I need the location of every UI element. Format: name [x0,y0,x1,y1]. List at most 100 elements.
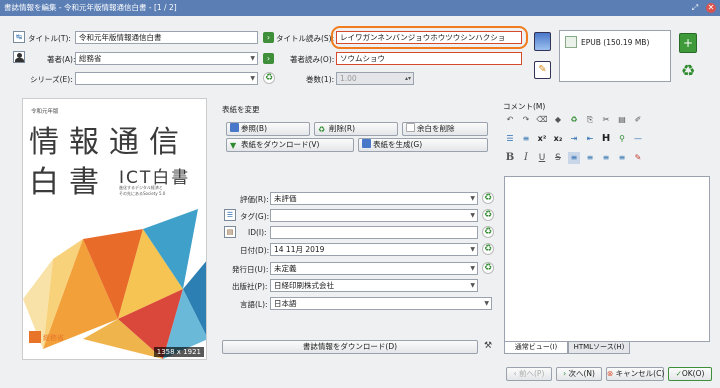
date-input[interactable]: 14 11月 2019 ▼ [270,243,478,256]
ok-button[interactable]: ✓OK(O) [668,367,712,381]
recycle-icon[interactable]: ♻ [482,226,494,238]
tags-label: タグ(G): [240,212,270,221]
publisher-combo[interactable]: 日経印刷株式会社 ▼ [270,279,478,292]
redo-icon[interactable]: ↷ [520,114,532,126]
download-cover-button[interactable]: ▼ 表紙をダウンロード(V) [226,138,354,152]
underline-icon[interactable]: U [536,152,548,164]
bullet-list-icon[interactable]: ☰ [504,133,516,145]
recycle-icon[interactable]: ♻ [482,262,494,274]
tags-combo[interactable]: ▼ [270,209,478,222]
next-button[interactable]: › 次へ(N) [556,367,602,381]
paste-isbn-icon[interactable]: ▤ [224,226,236,238]
recycle-icon[interactable]: ♻ [263,72,275,84]
link-icon[interactable]: ⚲ [616,133,628,145]
published-input[interactable]: 未定義 ▼ [270,262,478,275]
download-metadata-button[interactable]: 書誌情報をダウンロード(D) [222,340,478,354]
cancel-button[interactable]: ⊗ キャンセル(C) [606,367,664,381]
publisher-logo-mark [29,331,41,343]
heading-icon[interactable]: H [600,133,612,145]
title-sort-label: タイトル読み(S): [276,34,335,43]
subscript-icon[interactable]: x₂ [552,133,564,145]
generate-cover-button[interactable]: 表紙を生成(G) [358,138,488,152]
arrow-right-icon[interactable]: › [263,32,274,43]
publisher-label: 出版社(P): [232,282,268,291]
cover-line1: 情報通信 [29,125,189,160]
trim-cover-button[interactable]: 余白を削除 [402,122,488,136]
authors-swap-icon[interactable]: › [263,53,274,64]
title-copy-icon[interactable]: ↹ [13,31,25,43]
prev-button[interactable]: ‹ 前へ(P) [506,367,552,381]
color-icon[interactable]: ✎ [632,152,644,164]
cancel-icon: ⊗ [607,369,616,378]
series-combo[interactable]: ▼ [75,72,258,85]
recycle-icon[interactable]: ♻ [482,209,494,221]
cover-size-label: 1358 x 1921 [153,347,204,357]
date-label: 日付(D): [240,246,270,255]
author-sort-input[interactable]: ソウムショウ [336,52,522,65]
add-format-icon[interactable]: + [679,33,697,53]
tag-editor-icon[interactable]: ☰ [224,209,236,221]
superscript-icon[interactable]: x² [536,133,548,145]
author-person-icon[interactable] [13,51,25,63]
recycle-icon[interactable]: ♻ [482,243,494,255]
recycle-icon[interactable]: ♻ [568,114,580,126]
published-label: 発行日(U): [232,265,269,274]
ids-label: ID(I): [248,228,267,237]
comments-header: コメント(M) [503,102,546,111]
series-index-spin[interactable]: 1.00 ▴▾ [336,72,414,85]
eraser-icon[interactable]: ◆ [552,114,564,126]
publisher-logo: 総務省 [43,334,64,342]
horizontal-rule-icon[interactable]: — [632,133,644,145]
series-label: シリーズ(E): [30,75,73,84]
authors-combo[interactable]: 総務省 ▼ [75,52,258,65]
italic-icon[interactable]: I [520,152,532,164]
configure-icon[interactable]: ⚒ [482,340,494,353]
ids-input[interactable] [270,226,478,239]
remove-cover-button[interactable]: ♻ 削除(R) [314,122,398,136]
paste-icon[interactable]: ▤ [616,114,628,126]
epub-icon [565,36,577,48]
format-item[interactable]: EPUB (150.19 MB) [581,38,649,47]
close-icon[interactable]: ✕ [706,3,716,13]
remove-format-icon[interactable]: ♻ [679,62,697,80]
languages-combo[interactable]: 日本語 ▼ [270,297,492,310]
chevron-down-icon: ▼ [484,300,489,307]
paint-icon[interactable]: ✐ [632,114,644,126]
clear-format-icon[interactable]: ⌫ [536,114,548,126]
undo-icon[interactable]: ↶ [504,114,516,126]
folder-icon [230,123,239,132]
comments-toolbar: ↶ ↷ ⌫ ◆ ♻ ⎘ ✂ ▤ ✐ ☰ ≡ x² x₂ ⇥ ⇤ H ⚲ — B I U S ≡ ≡ ≡ ≡ ✎ [504,114,710,176]
align-center-icon[interactable]: ≡ [584,152,596,164]
chevron-down-icon: ▼ [470,195,475,202]
maximize-icon[interactable]: ⤢ [690,3,700,13]
languages-label: 言語(L): [240,300,268,309]
authors-value: 総務省 [79,54,102,63]
align-right-icon[interactable]: ≡ [600,152,612,164]
cut-icon[interactable]: ✂ [600,114,612,126]
strikethrough-icon[interactable]: S [552,152,564,164]
recycle-icon: ♻ [318,125,326,134]
outdent-icon[interactable]: ⇤ [584,133,596,145]
title-label: タイトル(T): [28,34,71,43]
browse-cover-button[interactable]: 参照(B) [226,122,310,136]
tab-normal-view[interactable]: 通常ビュー(I) [504,342,568,354]
copy-icon[interactable]: ⎘ [584,114,596,126]
title-input[interactable]: 令和元年版情報通信白書 [75,31,258,44]
numbered-list-icon[interactable]: ≡ [520,133,532,145]
title-sort-input[interactable]: レイワガンネンバンジョウホウツウシンハクショ [336,31,522,44]
download-icon: ▼ [230,141,237,150]
tab-html-source[interactable]: HTMLソース(H) [568,342,630,354]
recycle-icon[interactable]: ♻ [482,192,494,204]
align-left-icon[interactable]: ≡ [568,152,580,164]
rating-combo[interactable]: 未評価 ▼ [270,192,478,205]
indent-icon[interactable]: ⇥ [568,133,580,145]
comments-editor[interactable] [504,176,710,342]
chevron-down-icon: ▼ [470,212,475,219]
align-justify-icon[interactable]: ≡ [616,152,628,164]
series-index-label: 巻数(1): [306,75,335,84]
cover-image-icon[interactable] [534,32,551,51]
bold-icon[interactable]: B [504,152,516,164]
edit-metadata-icon[interactable]: ✎ [534,61,551,79]
series-index-value: 1.00 [340,74,357,83]
formats-list[interactable]: EPUB (150.19 MB) [559,30,671,82]
